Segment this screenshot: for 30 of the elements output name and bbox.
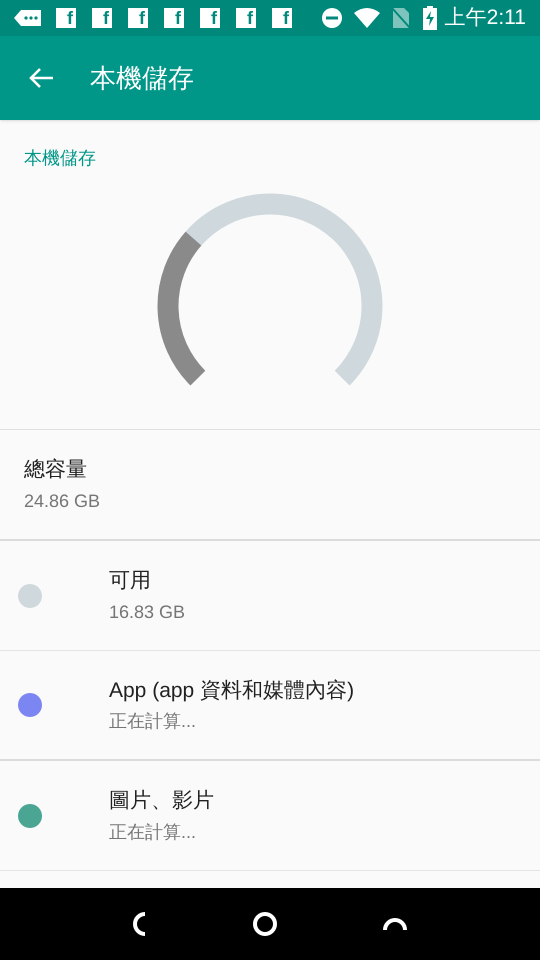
notification-icon: f [92,8,112,28]
page-title: 本機儲存 [90,62,194,94]
total-value: 24.86 GB [24,490,102,513]
section-title: 本機儲存 [24,147,97,170]
notification-icon: f [272,8,292,28]
notification-icon: f [236,8,256,28]
total-label: 總容量 [24,457,88,484]
home-icon[interactable] [252,911,278,937]
item-label: 圖片、影片 [109,788,214,814]
notification-icon: f [164,8,184,28]
storage-item[interactable]: 可用 16.83 GB [0,541,540,651]
back-icon[interactable] [132,911,148,937]
item-label: App (app 資料和媒體內容) [109,678,354,704]
item-value: 正在計算... [109,820,198,844]
back-arrow-icon [28,67,54,89]
notification-icon: f [200,8,220,28]
storage-item[interactable]: App (app 資料和媒體內容) 正在計算... [0,651,540,761]
do-not-disturb-icon [320,7,343,29]
recents-icon[interactable] [382,916,408,932]
no-sim-icon [390,7,411,29]
notification-icon: f [128,8,148,28]
chat-icon [14,9,42,27]
battery-charging-icon [422,6,437,30]
wifi-icon [352,7,381,29]
item-value: 正在計算... [109,710,198,734]
notification-icon: f [56,8,76,28]
clock: 上午2:11 [444,5,526,32]
item-value: 16.83 GB [109,600,186,624]
storage-item[interactable]: 圖片、影片 正在計算... [0,761,540,871]
item-label: 可用 [109,568,152,594]
